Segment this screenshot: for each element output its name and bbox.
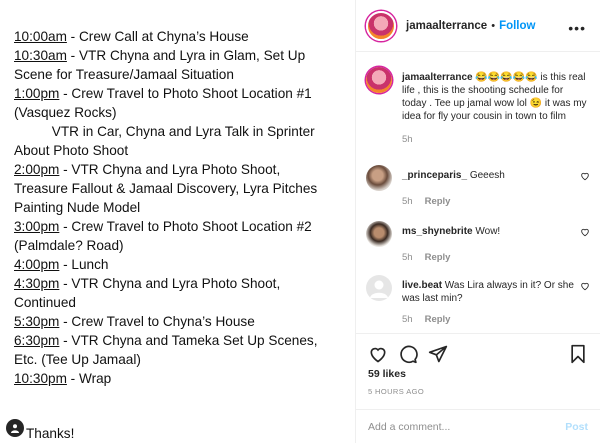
separator-dot: • <box>491 19 496 32</box>
schedule-line: 3:00pm - Crew Travel to Photo Shoot Loca… <box>14 217 312 236</box>
schedule-line: (Palmdale? Road) <box>14 236 124 255</box>
reply-button[interactable]: Reply <box>425 252 451 263</box>
schedule-text: Painting Nude Model <box>14 200 141 215</box>
schedule-text: VTR in Car, Chyna and Lyra Talk in Sprin… <box>14 124 315 139</box>
comment-age[interactable]: 5h <box>402 252 413 263</box>
like-comment-icon[interactable] <box>580 171 590 181</box>
like-icon[interactable] <box>368 344 388 364</box>
schedule-text: Thanks! <box>26 426 75 441</box>
schedule-line: 10:00am - Crew Call at Chyna’s House <box>14 27 249 46</box>
avatar[interactable] <box>366 165 392 191</box>
comments-list: jamaalterrance 😂😂😂😂😂 is this real life ,… <box>356 53 600 333</box>
schedule-text: - Crew Call at Chyna’s House <box>66 29 249 44</box>
schedule-text: (Vasquez Rocks) <box>14 105 117 120</box>
caption-age[interactable]: 5h <box>402 134 413 145</box>
schedule-line: (Vasquez Rocks) <box>14 103 117 122</box>
list-item: live.beat Was Lira always in it? Or she … <box>366 275 590 325</box>
share-icon[interactable] <box>428 344 448 364</box>
schedule-text: - Crew Travel to Chyna’s House <box>59 314 255 329</box>
post-sidebar: jamaalterrance • Follow ••• jamaalterran… <box>355 0 600 443</box>
comment-icon[interactable] <box>398 344 418 364</box>
schedule-text: - Lunch <box>59 257 109 272</box>
schedule-time: 10:00am <box>14 29 67 44</box>
list-item: _princeparis_ Geeesh 5h Reply <box>366 165 590 207</box>
schedule-text: Treasure Fallout & Jamaal Discovery, Lyr… <box>14 181 318 196</box>
schedule-line: 5:30pm - Crew Travel to Chyna’s House <box>14 312 255 331</box>
schedule-time: 1:00pm <box>14 86 60 101</box>
schedule-text: - VTR Chyna and Lyra Photo Shoot, <box>59 162 281 177</box>
author-avatar[interactable] <box>366 10 396 41</box>
schedule-line: Thanks! <box>26 424 74 443</box>
caption-username[interactable]: jamaalterrance <box>402 72 473 83</box>
schedule-text: - Crew Travel to Photo Shoot Location #2 <box>59 219 312 234</box>
add-comment-bar: Post <box>356 409 600 443</box>
schedule-time: 5:30pm <box>14 314 60 329</box>
comment-age[interactable]: 5h <box>402 196 413 207</box>
schedule-text: - VTR Chyna and Lyra in Glam, Set Up <box>66 48 306 63</box>
reply-button[interactable]: Reply <box>425 314 451 325</box>
comment-username[interactable]: ms_shynebrite <box>402 226 473 237</box>
schedule-line: 10:30pm - Wrap <box>14 369 111 388</box>
follow-button[interactable]: Follow <box>499 20 535 32</box>
post-actions: 59 likes 5 HOURS AGO Post <box>356 333 600 443</box>
schedule-text: - Wrap <box>66 371 112 386</box>
schedule-time: 4:00pm <box>14 257 60 272</box>
post-comment-button[interactable]: Post <box>565 421 588 433</box>
tagged-user-icon[interactable] <box>6 419 24 437</box>
schedule-line: Treasure Fallout & Jamaal Discovery, Lyr… <box>14 179 317 198</box>
author-username[interactable]: jamaalterrance <box>406 20 487 32</box>
comment-text: Wow! <box>472 226 501 237</box>
schedule-time: 10:30pm <box>14 371 67 386</box>
more-options-icon[interactable]: ••• <box>568 20 586 36</box>
like-comment-icon[interactable] <box>580 281 590 291</box>
schedule-line: VTR in Car, Chyna and Lyra Talk in Sprin… <box>14 122 315 141</box>
author-avatar[interactable] <box>366 67 392 93</box>
schedule-line: Painting Nude Model <box>14 198 140 217</box>
schedule-text: About Photo Shoot <box>14 143 129 158</box>
comment-input[interactable] <box>368 421 566 433</box>
schedule-text: Scene for Treasure/Jamaal Situation <box>14 67 234 82</box>
comment-username[interactable]: _princeparis_ <box>402 170 467 181</box>
reply-button[interactable]: Reply <box>425 196 451 207</box>
schedule-line: Etc. (Tee Up Jamaal) <box>14 350 141 369</box>
schedule-line: 4:30pm - VTR Chyna and Lyra Photo Shoot, <box>14 274 280 293</box>
avatar[interactable] <box>366 221 392 247</box>
comment-username[interactable]: live.beat <box>402 280 442 291</box>
schedule-time: 2:00pm <box>14 162 60 177</box>
schedule-text: (Palmdale? Road) <box>14 238 124 253</box>
likes-count[interactable]: 59 likes <box>368 368 406 380</box>
comment-age[interactable]: 5h <box>402 314 413 325</box>
list-item: ms_shynebrite Wow! 5h Reply <box>366 221 590 263</box>
comment-text: Geeesh <box>467 170 505 181</box>
schedule-text: - VTR Chyna and Tameka Set Up Scenes, <box>59 333 318 348</box>
schedule-line: 2:00pm - VTR Chyna and Lyra Photo Shoot, <box>14 160 280 179</box>
default-avatar-icon <box>370 280 388 298</box>
post-image[interactable]: 10:00am - Crew Call at Chyna’s House 10:3… <box>0 0 355 443</box>
schedule-line: Scene for Treasure/Jamaal Situation <box>14 65 234 84</box>
schedule-line: 1:00pm - Crew Travel to Photo Shoot Loca… <box>14 84 312 103</box>
post-timestamp[interactable]: 5 HOURS AGO <box>368 387 424 396</box>
save-bookmark-icon[interactable] <box>568 344 588 364</box>
caption: jamaalterrance 😂😂😂😂😂 is this real life ,… <box>366 67 590 145</box>
schedule-line: 10:30am - VTR Chyna and Lyra in Glam, Se… <box>14 46 305 65</box>
schedule-time: 6:30pm <box>14 333 60 348</box>
schedule-time: 3:00pm <box>14 219 60 234</box>
schedule-text: Etc. (Tee Up Jamaal) <box>14 352 141 367</box>
schedule-line: 6:30pm - VTR Chyna and Tameka Set Up Sce… <box>14 331 318 350</box>
schedule-text: Continued <box>14 295 76 310</box>
schedule-text: - VTR Chyna and Lyra Photo Shoot, <box>59 276 281 291</box>
schedule-line: Continued <box>14 293 76 312</box>
schedule-time: 4:30pm <box>14 276 60 291</box>
like-comment-icon[interactable] <box>580 227 590 237</box>
schedule-line: About Photo Shoot <box>14 141 128 160</box>
schedule-line: 4:00pm - Lunch <box>14 255 108 274</box>
post-header: jamaalterrance • Follow ••• <box>356 0 600 52</box>
schedule-text: - Crew Travel to Photo Shoot Location #1 <box>59 86 312 101</box>
avatar[interactable] <box>366 275 392 301</box>
schedule-time: 10:30am <box>14 48 67 63</box>
